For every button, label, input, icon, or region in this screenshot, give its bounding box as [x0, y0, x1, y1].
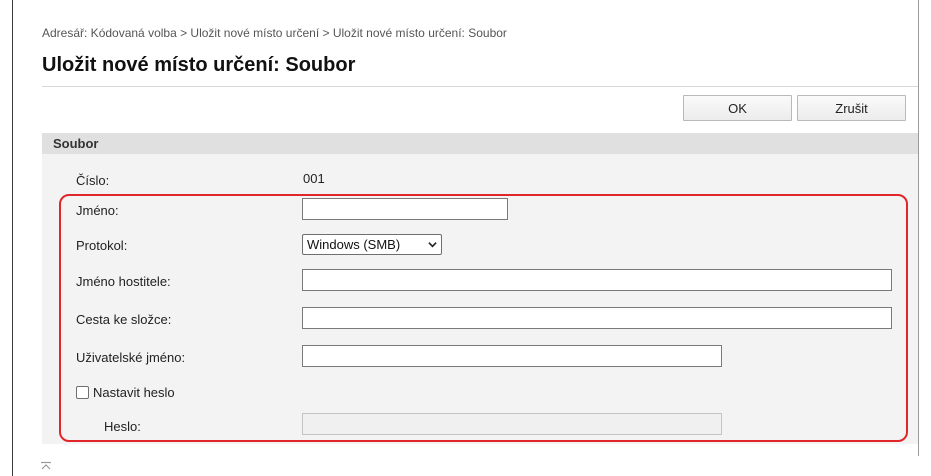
breadcrumb: Adresář: Kódovaná volba > Uložit nové mí… — [42, 26, 507, 40]
title-divider — [42, 86, 918, 87]
protocol-label: Protokol: — [76, 238, 128, 253]
password-label: Heslo: — [104, 419, 141, 434]
protocol-select[interactable]: Windows (SMB) — [302, 234, 442, 255]
section-header: Soubor — [42, 133, 918, 154]
name-input[interactable] — [302, 198, 508, 220]
chevron-down-icon — [428, 242, 437, 248]
back-to-top-icon[interactable] — [40, 461, 52, 473]
number-value: 001 — [303, 171, 325, 186]
set-password-label: Nastavit heslo — [93, 385, 175, 400]
set-password-checkbox[interactable] — [76, 386, 89, 399]
host-name-input[interactable] — [302, 269, 892, 291]
left-border — [12, 0, 13, 476]
user-name-label: Uživatelské jméno: — [76, 350, 186, 365]
password-input — [302, 413, 722, 435]
number-label: Číslo: — [76, 173, 110, 188]
folder-path-input[interactable] — [302, 307, 892, 329]
folder-path-label: Cesta ke složce: — [76, 312, 172, 327]
user-name-input[interactable] — [302, 345, 722, 367]
protocol-selected-value: Windows (SMB) — [307, 237, 401, 252]
host-name-label: Jméno hostitele: — [76, 274, 171, 289]
name-label: Jméno: — [76, 203, 119, 218]
ok-button[interactable]: OK — [683, 95, 792, 121]
right-border — [918, 0, 919, 456]
page-title: Uložit nové místo určení: Soubor — [42, 54, 356, 76]
cancel-button[interactable]: Zrušit — [797, 95, 906, 121]
